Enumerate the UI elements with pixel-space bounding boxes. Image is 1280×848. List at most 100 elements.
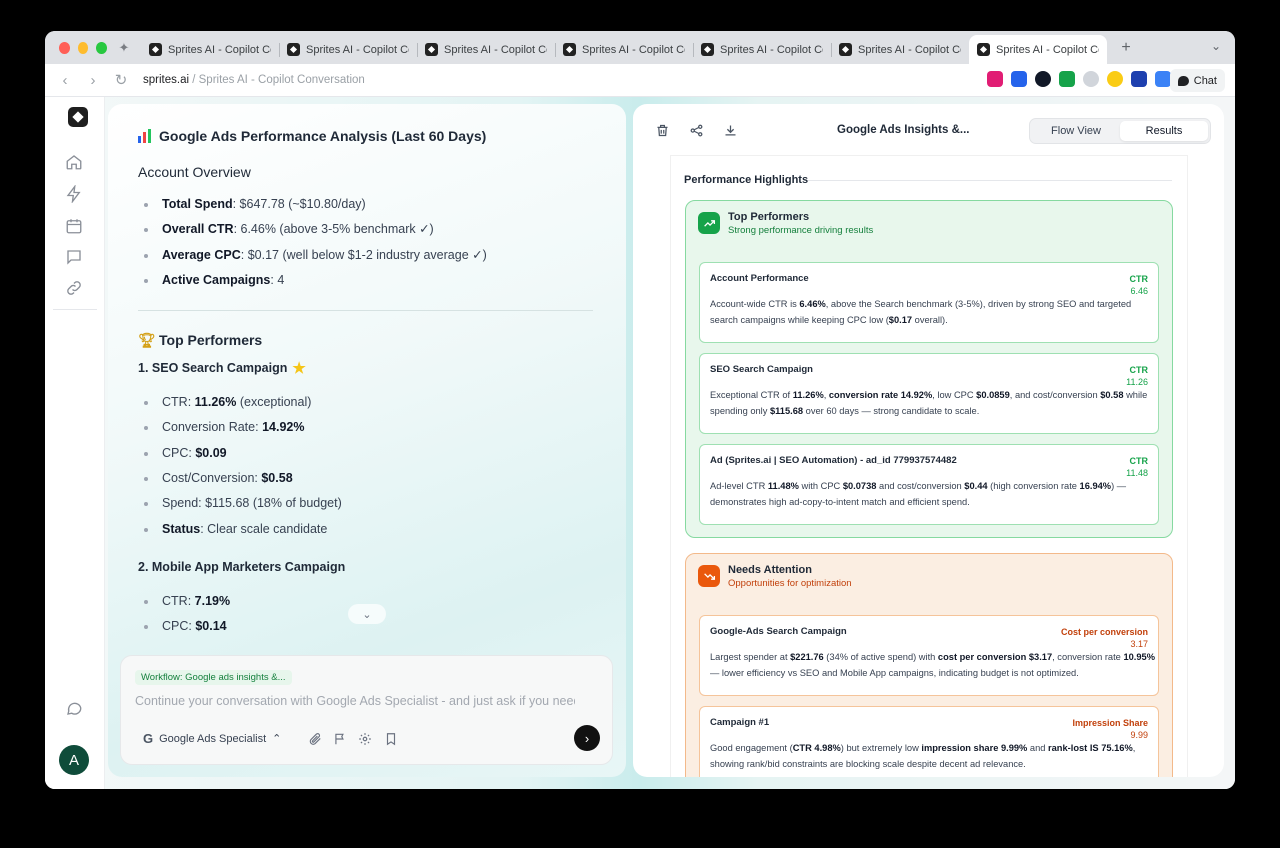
link-icon[interactable] <box>65 279 83 297</box>
agent-selector[interactable]: G Google Ads Specialist ⌃ <box>143 731 281 746</box>
zoom-window-button[interactable] <box>96 41 108 54</box>
grid-extension-icon[interactable] <box>1011 71 1027 87</box>
insight-card[interactable]: Campaign #1 Impression Share 9.99 Good en… <box>699 706 1159 777</box>
tab-title: Sprites AI - Copilot Conversation <box>720 43 823 56</box>
url-field[interactable]: sprites.ai / Sprites AI - Copilot Conver… <box>143 74 365 86</box>
home-icon[interactable] <box>65 153 83 171</box>
tab-flow-view[interactable]: Flow View <box>1032 121 1120 141</box>
emphasis-text: CTR 4.98% <box>792 743 841 753</box>
message-input[interactable]: Continue your conversation with Google A… <box>135 694 575 708</box>
send-button[interactable]: › <box>574 725 600 751</box>
browser-tab[interactable]: Sprites AI - Copilot Conversation <box>417 37 555 63</box>
browser-tab-active[interactable]: Sprites AI - Copilot Conversation <box>969 35 1107 64</box>
tab-title: Sprites AI - Copilot Conversation <box>306 43 409 56</box>
trophy-icon: 🏆︎ <box>138 331 156 348</box>
reload-icon[interactable]: ↻ <box>107 71 135 89</box>
results-content: Performance Highlights Top Performers St… <box>671 156 1187 777</box>
message-title: Google Ads Performance Analysis (Last 60… <box>138 126 598 146</box>
gear-icon[interactable] <box>358 732 372 746</box>
insight-card[interactable]: Account Performance CTR 6.46 Account-wide… <box>699 262 1159 343</box>
minimize-window-button[interactable] <box>77 41 89 54</box>
emphasis-text: $0.58 <box>1100 390 1124 400</box>
download-extension-icon[interactable] <box>1059 71 1075 87</box>
card-text: Largest spender at $221.76 (34% of activ… <box>710 649 1160 681</box>
calendar-icon[interactable] <box>65 217 83 235</box>
forward-arrow-icon[interactable]: › <box>79 72 107 89</box>
campaign-title: 1. SEO Search Campaign ★ <box>138 358 598 378</box>
share-icon[interactable] <box>685 119 707 141</box>
chevron-up-icon: ⌃ <box>272 733 282 745</box>
metric-value: 7.19% <box>194 593 231 608</box>
new-tab-button[interactable]: + <box>1111 39 1141 57</box>
metric-value: 11.26 <box>1126 377 1148 387</box>
emphasis-text: 16.94% <box>1079 481 1112 491</box>
metric-label: CPC: <box>162 619 196 634</box>
bolt-icon[interactable] <box>65 184 83 204</box>
emphasis-text: $0.0738 <box>842 481 877 491</box>
insight-card[interactable]: Ad (Sprites.ai | SEO Automation) - ad_id… <box>699 444 1159 525</box>
pinned-tab-icon[interactable]: ✦ <box>107 35 141 61</box>
tab-title: Sprites AI - Copilot Conversation <box>444 43 547 56</box>
group-title: Needs Attention <box>728 564 812 576</box>
back-arrow-icon[interactable]: ‹ <box>51 72 79 89</box>
window-controls <box>45 41 108 54</box>
figma-extension-icon[interactable] <box>987 71 1003 87</box>
metric-value: $0.14 <box>195 619 227 634</box>
overview-heading: Account Overview <box>138 164 251 180</box>
card-text: Ad-level CTR 11.48% with CPC $0.0738 and… <box>710 478 1160 510</box>
assistant-message: Google Ads Performance Analysis (Last 60… <box>138 126 598 640</box>
card-title: SEO Search Campaign <box>710 364 813 375</box>
tab-title: Sprites AI - Copilot Conversation <box>168 43 271 56</box>
close-window-button[interactable] <box>59 41 70 54</box>
bookmark-icon[interactable] <box>384 732 398 746</box>
chat-button[interactable]: Chat <box>1169 69 1225 92</box>
emphasis-text: $115.68 <box>769 406 804 416</box>
trash-icon[interactable] <box>651 119 673 141</box>
url-domain: sprites.ai <box>143 74 190 86</box>
disc-extension-icon[interactable] <box>1035 71 1051 87</box>
scroll-down-button[interactable]: ⌄ <box>348 604 386 624</box>
emphasis-text: impression share 9.99% <box>921 743 1028 753</box>
browser-tab[interactable]: Sprites AI - Copilot Conversation <box>141 37 279 63</box>
workflow-chip[interactable]: Workflow: Google ads insights &... <box>135 670 292 685</box>
sprites-favicon-icon <box>425 43 438 56</box>
body-text: — lower efficiency vs SEO and Mobile App… <box>710 668 1079 678</box>
square-extension-icon[interactable] <box>1131 71 1147 87</box>
tag-extension-icon[interactable] <box>1155 71 1171 87</box>
metric-label: Impression Share <box>1072 718 1148 728</box>
tab-results[interactable]: Results <box>1120 121 1208 141</box>
chat-icon[interactable] <box>65 248 83 266</box>
address-bar: ‹ › ↻ sprites.ai / Sprites AI - Copilot … <box>45 64 1235 97</box>
list-item: Overall CTR: 6.46% (above 3-5% benchmark… <box>138 217 598 242</box>
metric-value: $0.09 <box>195 445 227 460</box>
insight-card[interactable]: Google-Ads Search Campaign Cost per conv… <box>699 615 1159 696</box>
sun-extension-icon[interactable] <box>1107 71 1123 87</box>
metric-value: 9.99 <box>1130 730 1148 740</box>
browser-tab[interactable]: Sprites AI - Copilot Conversation <box>555 37 693 63</box>
message-icon[interactable] <box>65 699 83 717</box>
overview-label: Overall CTR <box>162 222 234 237</box>
insight-card[interactable]: SEO Search Campaign CTR 11.26 Exceptional… <box>699 353 1159 434</box>
sprites-logo-icon[interactable] <box>68 107 88 127</box>
browser-tab[interactable]: Sprites AI - Copilot Conversation <box>279 37 417 63</box>
user-avatar[interactable]: A <box>59 745 89 775</box>
metric-note: (exceptional) <box>236 395 312 410</box>
browser-tab[interactable]: Sprites AI - Copilot Conversation <box>693 37 831 63</box>
download-icon[interactable] <box>719 119 741 141</box>
emphasis-text: 11.48% <box>767 481 799 491</box>
card-text: Account-wide CTR is 6.46%, above the Sea… <box>710 296 1160 328</box>
list-item: Conversion Rate: 14.92% <box>138 415 598 440</box>
star-icon: ★ <box>292 360 306 378</box>
flag-icon[interactable] <box>333 732 347 746</box>
app-area: A Google Ads Performance Analysis (Last … <box>45 97 1235 789</box>
browser-tab[interactable]: Sprites AI - Copilot Conversation <box>831 37 969 63</box>
view-switcher: Flow View Results <box>1029 118 1211 144</box>
tab-search-chevron-icon[interactable]: ⌄ <box>1211 39 1221 53</box>
body-text: and cost/conversion <box>876 481 965 491</box>
emphasis-text: 10.95% <box>1123 652 1155 662</box>
section-title: Performance Highlights <box>684 174 809 186</box>
grey-extension-icon[interactable] <box>1083 71 1099 87</box>
metric-value: 6.46 <box>1130 286 1148 296</box>
results-toolbar <box>651 119 741 141</box>
attach-icon[interactable] <box>308 732 322 746</box>
